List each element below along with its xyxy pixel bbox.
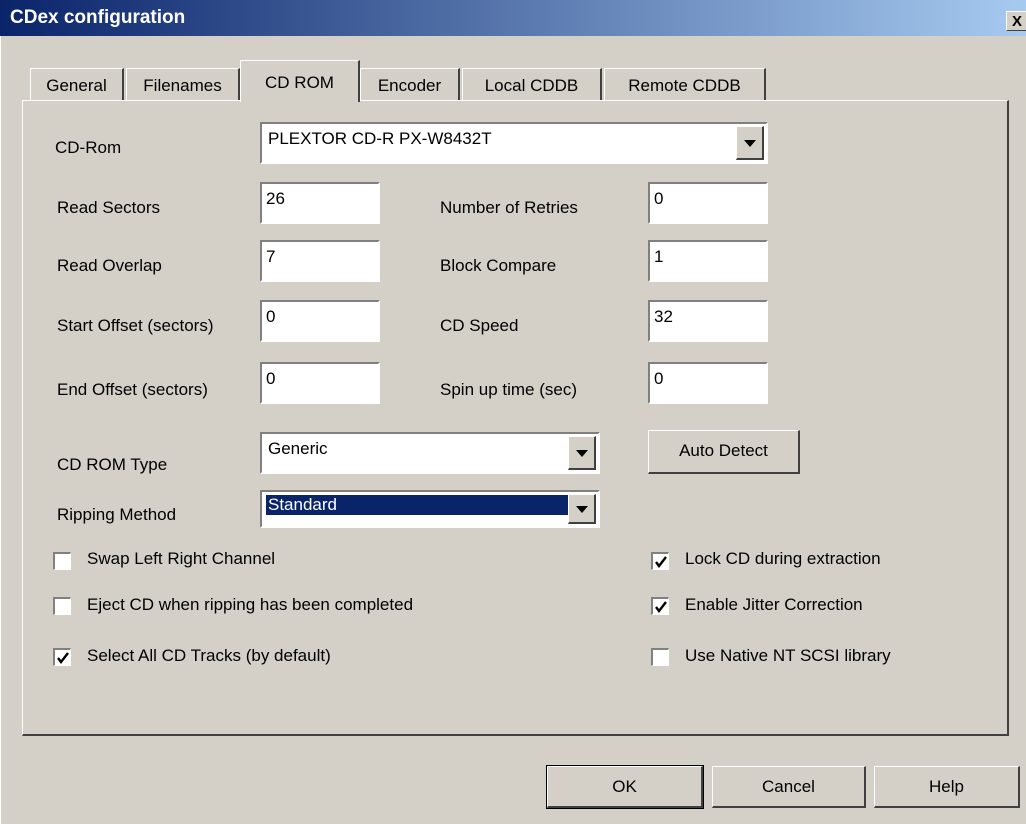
tab-label: Encoder <box>377 76 442 95</box>
jitter-correction-label: Enable Jitter Correction <box>685 595 863 614</box>
tab-filenames[interactable]: Filenames <box>126 68 240 100</box>
read-sectors-input[interactable]: 26 <box>260 182 380 224</box>
chevron-down-icon <box>576 450 588 457</box>
spin-up-input[interactable]: 0 <box>648 362 768 404</box>
close-button[interactable]: X <box>1006 11 1026 31</box>
cd-speed-value: 32 <box>654 307 673 326</box>
close-icon: X <box>1011 13 1022 30</box>
cd-speed-input[interactable]: 32 <box>648 300 768 342</box>
block-compare-value: 1 <box>654 247 664 266</box>
window-title: CDex configuration <box>10 7 186 28</box>
ripping-method-label: Ripping Method <box>57 505 177 524</box>
end-offset-value: 0 <box>266 369 276 388</box>
swap-channel-checkbox[interactable] <box>53 552 71 570</box>
chevron-down-icon <box>744 140 756 147</box>
tab-general[interactable]: General <box>30 68 124 100</box>
ok-label: OK <box>612 777 637 796</box>
cancel-label: Cancel <box>762 777 815 796</box>
cancel-button[interactable]: Cancel <box>712 766 866 808</box>
cd-rom-select[interactable]: PLEXTOR CD-R PX-W8432T <box>260 122 768 164</box>
spin-up-label: Spin up time (sec) <box>440 380 577 399</box>
lock-cd-checkbox[interactable] <box>651 552 669 570</box>
select-all-tracks-checkbox[interactable] <box>53 648 71 666</box>
ok-button[interactable]: OK <box>546 765 704 809</box>
cd-speed-label: CD Speed <box>440 316 519 335</box>
window-frame <box>0 36 1 824</box>
tab-encoder[interactable]: Encoder <box>360 68 460 100</box>
eject-cd-checkbox[interactable] <box>53 597 71 615</box>
cd-rom-type-label: CD ROM Type <box>57 455 168 474</box>
lock-cd-label: Lock CD during extraction <box>685 549 881 568</box>
read-sectors-value: 26 <box>266 189 285 208</box>
native-scsi-label: Use Native NT SCSI library <box>685 646 891 665</box>
select-all-tracks-label: Select All CD Tracks (by default) <box>87 646 331 665</box>
tab-label: CD ROM <box>265 73 334 92</box>
read-sectors-label: Read Sectors <box>57 198 160 217</box>
swap-channel-label: Swap Left Right Channel <box>87 549 276 568</box>
tab-label: Filenames <box>143 76 222 95</box>
dropdown-button[interactable] <box>568 494 596 524</box>
chevron-down-icon <box>576 506 588 513</box>
block-compare-input[interactable]: 1 <box>648 240 768 282</box>
help-button[interactable]: Help <box>874 766 1020 808</box>
spin-up-value: 0 <box>654 369 664 388</box>
tab-panel-cd-rom <box>22 100 1009 736</box>
retries-value: 0 <box>654 189 664 208</box>
tab-local-cddb[interactable]: Local CDDB <box>462 68 602 100</box>
tab-remote-cddb[interactable]: Remote CDDB <box>604 68 766 100</box>
dropdown-button[interactable] <box>568 436 596 470</box>
tab-label: Local CDDB <box>484 76 579 95</box>
read-overlap-input[interactable]: 7 <box>260 240 380 282</box>
retries-label: Number of Retries <box>440 198 578 217</box>
check-icon <box>57 652 69 664</box>
title-bar: CDex configuration <box>0 0 1026 36</box>
cd-rom-type-select[interactable]: Generic <box>260 432 600 474</box>
start-offset-value: 0 <box>266 307 276 326</box>
help-label: Help <box>929 777 964 796</box>
native-scsi-checkbox[interactable] <box>651 648 669 666</box>
cd-rom-label: CD-Rom <box>55 138 122 157</box>
ripping-method-value: Standard <box>266 495 570 515</box>
jitter-correction-checkbox[interactable] <box>651 597 669 615</box>
end-offset-input[interactable]: 0 <box>260 362 380 404</box>
dropdown-button[interactable] <box>736 126 764 160</box>
start-offset-label: Start Offset (sectors) <box>57 316 214 335</box>
retries-input[interactable]: 0 <box>648 182 768 224</box>
read-overlap-value: 7 <box>266 247 276 266</box>
end-offset-label: End Offset (sectors) <box>57 380 208 399</box>
tab-cd-rom[interactable]: CD ROM <box>240 60 360 102</box>
auto-detect-label: Auto Detect <box>679 441 768 460</box>
eject-cd-label: Eject CD when ripping has been completed <box>87 595 414 614</box>
tab-label: General <box>46 76 107 95</box>
check-icon <box>655 556 667 568</box>
read-overlap-label: Read Overlap <box>57 256 162 275</box>
auto-detect-button[interactable]: Auto Detect <box>648 430 800 474</box>
block-compare-label: Block Compare <box>440 256 557 275</box>
check-icon <box>655 601 667 613</box>
cd-rom-value: PLEXTOR CD-R PX-W8432T <box>268 129 492 148</box>
ripping-method-select[interactable]: Standard <box>260 490 600 528</box>
tab-label: Remote CDDB <box>628 76 741 95</box>
start-offset-input[interactable]: 0 <box>260 300 380 342</box>
cd-rom-type-value: Generic <box>268 439 328 458</box>
